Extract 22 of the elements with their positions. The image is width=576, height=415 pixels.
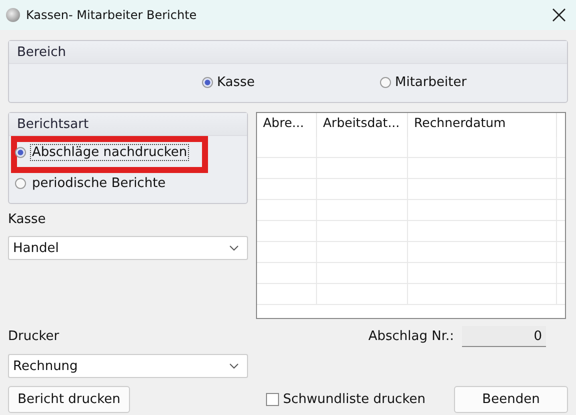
column-header[interactable]: Arbeitsdat... [317,113,408,137]
abschlag-field[interactable]: 0 [462,326,546,347]
group-title: Bereich [17,44,66,60]
app-icon [6,8,20,22]
radio-option[interactable]: Mitarbeiter [380,75,467,90]
kasse-dropdown[interactable]: Handel [8,236,248,260]
print-report-button[interactable]: Bericht drucken [8,386,130,413]
close-icon[interactable] [552,8,566,22]
field-label: Kasse [8,212,47,229]
drucker-dropdown[interactable]: Rechnung [8,354,248,378]
field-label: Drucker [8,329,60,346]
group-title: Berichtsart [17,116,89,132]
checkbox-option[interactable]: Schwundliste drucken [266,392,426,407]
close-button[interactable]: Beenden [454,386,568,413]
radio-option[interactable]: Kasse [202,75,255,90]
field-label: Abschlag Nr.: [368,329,454,344]
radio-option[interactable]: periodische Berichte [15,175,247,192]
column-header[interactable]: Rechnerdatum [408,113,557,137]
window-title: Kassen- Mitarbeiter Berichte [26,8,198,22]
column-header[interactable]: Abre... [257,113,317,137]
caret-icon [229,245,239,251]
caret-icon [229,363,239,369]
